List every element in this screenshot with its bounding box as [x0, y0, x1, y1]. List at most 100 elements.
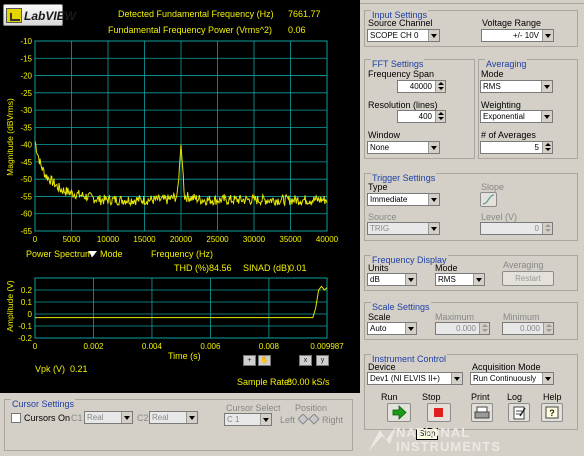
- time-xtick-label: 0.008: [259, 342, 280, 351]
- pan-tool-icon[interactable]: ✋: [258, 355, 271, 366]
- ni-logo-line2: INSTRUMENTS: [396, 439, 501, 454]
- trigger-type-label: Type: [368, 182, 388, 192]
- sample-rate-value: 80.00 kS/s: [287, 377, 330, 387]
- minimum-input[interactable]: 0.000: [502, 322, 554, 335]
- voltage-range-value: +/- 10V: [512, 31, 539, 40]
- zoom-tool-icon[interactable]: +: [243, 355, 256, 366]
- mode-dropdown-icon[interactable]: [88, 251, 97, 258]
- cursors-on-checkbox[interactable]: [11, 413, 21, 423]
- maximum-input[interactable]: 0.000: [435, 322, 490, 335]
- spectrum-ytick-label: -65: [20, 227, 32, 236]
- cursor-select-dropdown[interactable]: C 1: [224, 413, 272, 426]
- weighting-dropdown[interactable]: Exponential: [480, 110, 553, 123]
- resolution-input[interactable]: 400: [397, 110, 446, 123]
- run-button[interactable]: [387, 403, 411, 422]
- chevron-down-icon: [428, 142, 439, 153]
- log-notepad-icon: [513, 406, 526, 420]
- cursors-on-label: Cursors On: [24, 413, 71, 423]
- averaging-mode-label: Mode: [481, 69, 504, 79]
- chevron-down-icon: [405, 274, 416, 285]
- display-mode-dropdown[interactable]: RMS: [435, 273, 485, 286]
- averaging-mode-value: RMS: [483, 82, 501, 91]
- spectrum-mode-label[interactable]: Power Spectrum: [26, 249, 93, 259]
- spinner-icon[interactable]: [435, 81, 445, 92]
- log-button[interactable]: [508, 403, 530, 422]
- position-right-label: Right: [322, 415, 344, 425]
- chevron-down-icon: [121, 412, 132, 423]
- spinner-icon[interactable]: [435, 111, 445, 122]
- slope-button[interactable]: [480, 192, 497, 207]
- trigger-source-dropdown[interactable]: TRIG: [367, 222, 440, 235]
- num-averages-value: 5: [534, 143, 539, 152]
- weighting-label: Weighting: [481, 100, 521, 110]
- c2-label: C2: [137, 413, 149, 423]
- time-ylabel: Amplitude (V): [5, 280, 15, 332]
- scale-dropdown[interactable]: Auto: [367, 322, 417, 335]
- acquisition-mode-dropdown[interactable]: Run Continuously: [470, 372, 554, 385]
- position-diamond-icon[interactable]: [298, 414, 320, 425]
- spectrum-ytick-label: -50: [20, 175, 32, 184]
- spectrum-mode-suffix: Mode: [100, 249, 123, 259]
- scale-label: Scale: [368, 312, 391, 322]
- trigger-type-dropdown[interactable]: Immediate: [367, 193, 440, 206]
- minimum-label: Minimum: [503, 312, 540, 322]
- level-value: 0: [534, 224, 539, 233]
- time-xtick-label: 0.006: [200, 342, 221, 351]
- spinner-icon[interactable]: [542, 142, 552, 153]
- print-button[interactable]: [471, 403, 493, 422]
- chevron-down-icon: [542, 30, 553, 41]
- chevron-down-icon: [405, 323, 416, 334]
- print-label: Print: [471, 392, 490, 402]
- help-label: Help: [543, 392, 562, 402]
- separator: [360, 3, 584, 4]
- power-spectrum-graph[interactable]: Magnitude (dBVrms) -10 -15 -20 -25 -30 -35 -40…: [0, 0, 360, 262]
- scale-settings-title: Scale Settings: [371, 302, 431, 312]
- averaging-mode-dropdown[interactable]: RMS: [480, 80, 553, 93]
- c2-dropdown[interactable]: Real: [149, 411, 198, 424]
- spectrum-ytick-label: -20: [20, 72, 32, 81]
- help-button[interactable]: ?: [541, 403, 563, 422]
- spectrum-xtick-label: 0: [33, 235, 38, 244]
- vpk-value: 0.21: [70, 364, 88, 374]
- device-dropdown[interactable]: Dev1 (NI ELVIS II+): [367, 372, 463, 385]
- source-channel-dropdown[interactable]: SCOPE CH 0: [367, 29, 440, 42]
- rising-slope-icon: [482, 194, 495, 205]
- spectrum-ytick-label: -60: [20, 210, 32, 219]
- spinner-icon[interactable]: [543, 323, 553, 334]
- frequency-span-input[interactable]: 40000: [397, 80, 446, 93]
- device-value: Dev1 (NI ELVIS II+): [370, 374, 440, 383]
- source-channel-label: Source Channel: [368, 18, 433, 28]
- time-xtick-label: 0.004: [142, 342, 163, 351]
- spectrum-ytick-label: -25: [20, 89, 32, 98]
- trigger-source-label: Source: [368, 212, 397, 222]
- window-dropdown[interactable]: None: [367, 141, 440, 154]
- restart-button[interactable]: Restart: [502, 271, 554, 286]
- spectrum-xtick-label: 5000: [63, 235, 81, 244]
- chevron-down-icon: [541, 111, 552, 122]
- y-scale-icon[interactable]: y: [316, 355, 329, 366]
- c1-dropdown[interactable]: Real: [84, 411, 133, 424]
- maximum-label: Maximum: [435, 312, 475, 322]
- x-scale-icon[interactable]: x: [299, 355, 312, 366]
- spinner-icon[interactable]: [542, 223, 552, 234]
- scale-value: Auto: [370, 324, 387, 333]
- ni-logo-line1: NATIONAL: [396, 425, 471, 440]
- spectrum-xtick-label: 35000: [279, 235, 302, 244]
- stop-square-icon: [434, 408, 443, 417]
- acquisition-mode-value: Run Continuously: [473, 374, 537, 383]
- spectrum-xtick-label: 15000: [133, 235, 156, 244]
- units-dropdown[interactable]: dB: [367, 273, 417, 286]
- chevron-down-icon: [541, 81, 552, 92]
- num-averages-input[interactable]: 5: [480, 141, 553, 154]
- log-label: Log: [507, 392, 523, 402]
- spectrum-ytick-label: -55: [20, 192, 32, 201]
- stop-label: Stop: [422, 392, 441, 402]
- stop-button[interactable]: [427, 403, 451, 422]
- frequency-span-label: Frequency Span: [368, 69, 435, 79]
- sample-rate-label: Sample Rate:: [237, 377, 292, 387]
- spinner-icon[interactable]: [479, 323, 489, 334]
- device-label: Device: [368, 362, 396, 372]
- level-input[interactable]: 0: [480, 222, 553, 235]
- cursor-select-value: C 1: [227, 415, 240, 424]
- voltage-range-dropdown[interactable]: +/- 10V: [481, 29, 554, 42]
